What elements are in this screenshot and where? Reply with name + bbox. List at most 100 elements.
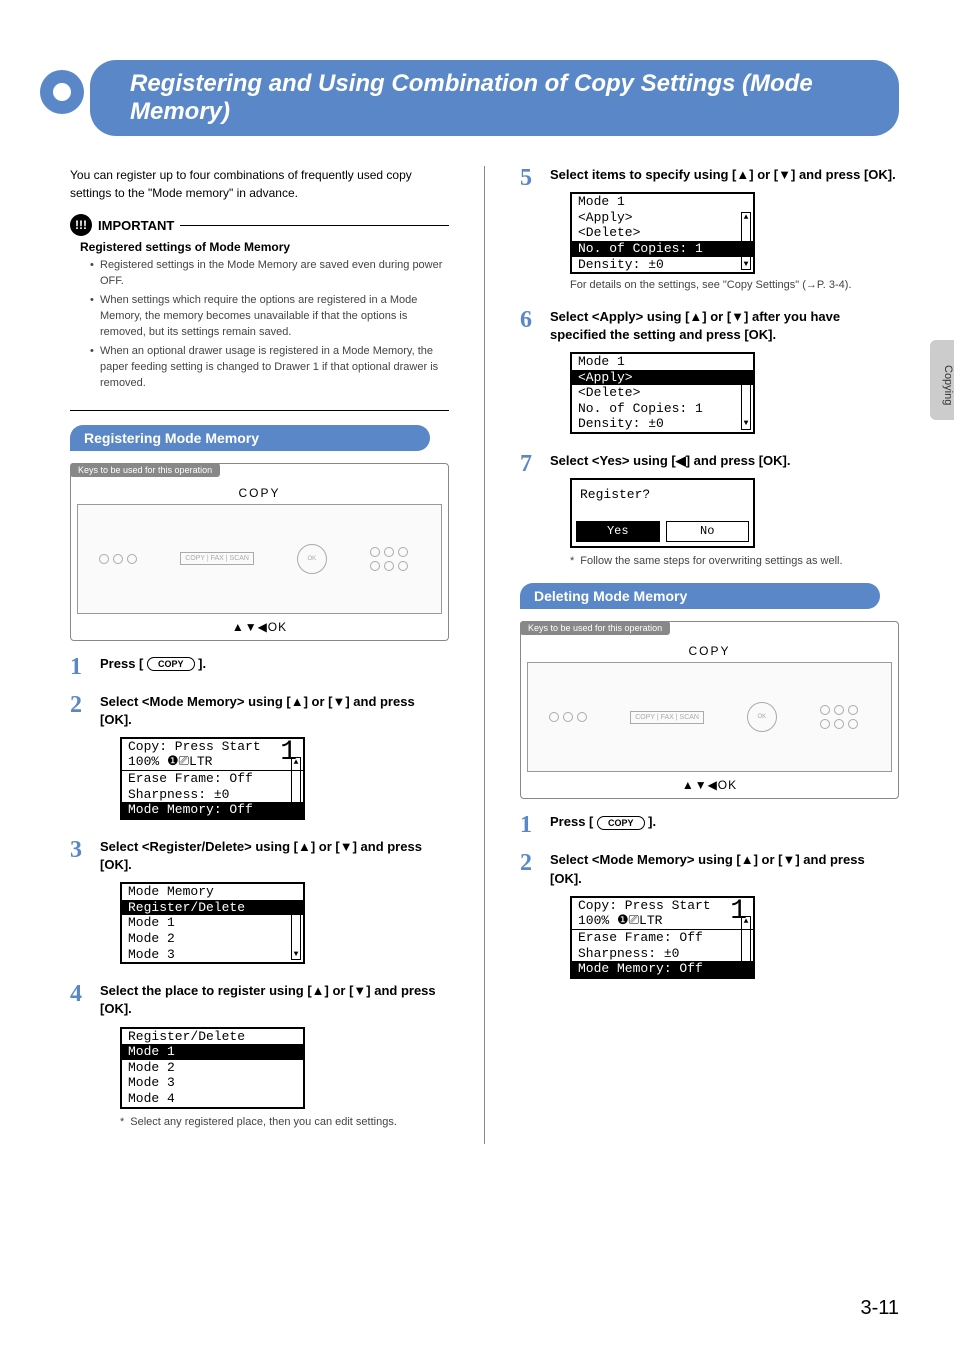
lcd-line-selected: Mode 1 [122, 1044, 303, 1060]
scrollbar-icon: ▲▼ [741, 916, 751, 975]
lcd-line-selected: Register/Delete [122, 900, 303, 916]
lcd-line: Copy: Press Start [572, 898, 753, 914]
step-number: 1 [520, 813, 540, 837]
control-panel-diagram: COPY | FAX | SCAN OK [527, 662, 892, 772]
lcd-line: Mode 2 [122, 931, 303, 947]
step-6: 6 Select <Apply> using [▲] or [▼] after … [520, 308, 899, 438]
lcd-screen: Mode 1 <Apply> <Delete> No. of Copies: 1… [570, 352, 755, 434]
lcd-line: <Delete> [572, 385, 753, 401]
step-4: 4 Select the place to register using [▲]… [70, 982, 449, 1130]
step-text: Select the place to register using [▲] o… [100, 983, 436, 1016]
panel-keys: ▲▼◀OK [527, 778, 892, 792]
important-rule [180, 225, 449, 226]
section-register-title: Registering Mode Memory [70, 425, 430, 451]
important-subtitle: Registered settings of Mode Memory [80, 240, 449, 254]
keys-label: Keys to be used for this operation [70, 463, 220, 477]
column-divider [484, 166, 485, 1144]
step-number: 7 [520, 452, 540, 570]
footnote-text: Follow the same steps for overwriting se… [580, 554, 842, 569]
scrollbar-icon: ▲▼ [291, 902, 301, 960]
important-item: When an optional drawer usage is registe… [90, 344, 449, 392]
copy-key-icon: COPY [597, 816, 645, 831]
lcd-line: 100% ❶⎚LTR [122, 754, 303, 770]
lcd-line-selected: <Apply> [572, 370, 753, 386]
step-text: Select <Apply> using [▲] or [▼] after yo… [550, 309, 840, 342]
step-number: 1 [70, 655, 90, 679]
right-column: 5 Select items to specify using [▲] or [… [520, 166, 899, 1144]
delete-step-2: 2 Select <Mode Memory> using [▲] or [▼] … [520, 851, 899, 982]
lcd-line: Mode 3 [122, 947, 303, 963]
yes-option: Yes [576, 521, 660, 542]
scrollbar-icon: ▲▼ [741, 372, 751, 430]
lcd-line: Mode 1 [122, 915, 303, 931]
lcd-screen: Register/Delete Mode 1 Mode 2 Mode 3 Mod… [120, 1027, 305, 1109]
step-footnote: *Select any registered place, then you c… [120, 1115, 449, 1130]
step-text: Press [ [100, 656, 147, 671]
section-delete-title: Deleting Mode Memory [520, 583, 880, 609]
step-1: 1 Press [ COPY ]. [70, 655, 449, 679]
step-text: ]. [195, 656, 207, 671]
lcd-line: Sharpness: ±0 [572, 946, 753, 962]
panel-caption: COPY [77, 486, 442, 500]
important-item: When settings which require the options … [90, 293, 449, 341]
lcd-line-selected: Mode Memory: Off [572, 961, 753, 977]
lcd-line: 100% ❶⎚LTR [572, 913, 753, 929]
intro-text: You can register up to four combinations… [70, 166, 449, 202]
copy-key-icon: COPY [147, 657, 195, 672]
important-list: Registered settings in the Mode Memory a… [90, 258, 449, 392]
side-tab: Copying [930, 340, 954, 420]
lcd-line: Mode 1 [572, 354, 753, 370]
lcd-line-selected: No. of Copies: 1 [572, 241, 753, 257]
lcd-line: Erase Frame: Off [572, 929, 753, 946]
keys-box: Keys to be used for this operation COPY … [70, 463, 449, 641]
step-5: 5 Select items to specify using [▲] or [… [520, 166, 899, 294]
important-icon: !!! [70, 214, 92, 236]
scrollbar-icon: ▲▼ [741, 212, 751, 270]
lcd-prompt: Register? [576, 484, 749, 506]
lcd-line: <Apply> [572, 210, 753, 226]
scrollbar-icon: ▲▼ [291, 757, 301, 816]
step-text: ]. [645, 814, 657, 829]
lcd-line-selected: Mode Memory: Off [122, 802, 303, 818]
lcd-line: <Delete> [572, 225, 753, 241]
step-text: Select <Register/Delete> using [▲] or [▼… [100, 839, 422, 872]
step-7: 7 Select <Yes> using [◀] and press [OK].… [520, 452, 899, 570]
step-text: Select <Mode Memory> using [▲] or [▼] an… [550, 852, 865, 885]
lcd-screen: Copy: Press Start 100% ❶⎚LTR 1 Erase Fra… [120, 737, 305, 820]
control-panel-diagram: COPY | FAX | SCAN OK [77, 504, 442, 614]
lcd-screen: Mode 1 <Apply> <Delete> No. of Copies: 1… [570, 192, 755, 274]
delete-step-1: 1 Press [ COPY ]. [520, 813, 899, 837]
important-label: IMPORTANT [98, 218, 174, 233]
panel-keys: ▲▼◀OK [77, 620, 442, 634]
left-column: You can register up to four combinations… [70, 166, 449, 1144]
lcd-line: No. of Copies: 1 [572, 401, 753, 417]
lcd-line: Mode Memory [122, 884, 303, 900]
lcd-screen: Mode Memory Register/Delete Mode 1 Mode … [120, 882, 305, 964]
lcd-line: Erase Frame: Off [122, 770, 303, 787]
no-option: No [666, 521, 750, 542]
panel-caption: COPY [527, 644, 892, 658]
step-text: Select <Mode Memory> using [▲] or [▼] an… [100, 694, 415, 727]
step-text: Press [ [550, 814, 597, 829]
important-block: !!! IMPORTANT Registered settings of Mod… [70, 214, 449, 392]
footnote-text: Select any registered place, then you ca… [130, 1115, 397, 1130]
step-2: 2 Select <Mode Memory> using [▲] or [▼] … [70, 693, 449, 824]
important-item: Registered settings in the Mode Memory a… [90, 258, 449, 290]
lcd-line: Mode 1 [572, 194, 753, 210]
step-text: Select <Yes> using [◀] and press [OK]. [550, 453, 790, 468]
step-number: 6 [520, 308, 540, 438]
banner-bullet-icon [40, 70, 84, 114]
page-title: Registering and Using Combination of Cop… [90, 60, 899, 136]
step-footnote: For details on the settings, see "Copy S… [570, 278, 899, 293]
lcd-line: Register/Delete [122, 1029, 303, 1045]
page-number: 3-11 [860, 1297, 899, 1320]
lcd-line: Mode 4 [122, 1091, 303, 1107]
lcd-line: Mode 2 [122, 1060, 303, 1076]
step-number: 4 [70, 982, 90, 1130]
step-text: Select items to specify using [▲] or [▼]… [550, 167, 896, 182]
step-number: 3 [70, 838, 90, 968]
lcd-line: Mode 3 [122, 1075, 303, 1091]
divider [70, 410, 449, 411]
lcd-line: Density: ±0 [572, 257, 753, 273]
lcd-screen: Copy: Press Start 100% ❶⎚LTR 1 Erase Fra… [570, 896, 755, 979]
